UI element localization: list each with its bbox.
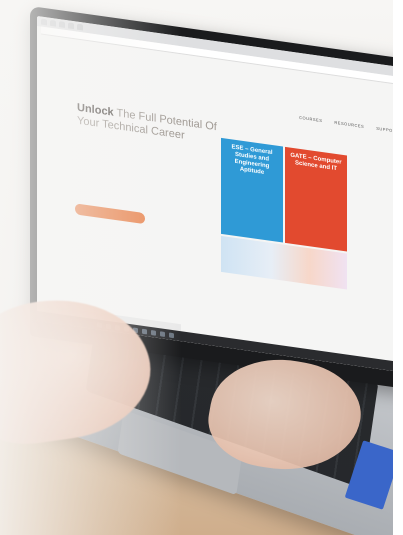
course-card-ese[interactable]: ESE – General Studies and Engineering Ap… <box>221 137 283 243</box>
mail-icon[interactable] <box>151 329 156 336</box>
browser-tab[interactable] <box>41 18 47 26</box>
address-bar[interactable] <box>41 26 403 86</box>
hero-subtitle <box>77 166 167 179</box>
hero-cta-button[interactable] <box>75 203 145 225</box>
browser-tab[interactable] <box>68 22 74 30</box>
nav-courses[interactable]: COURSES <box>299 115 322 123</box>
browser-tab[interactable] <box>59 21 65 28</box>
course-card-gate[interactable]: GATE – Computer Science and IT <box>285 146 347 252</box>
card-title: ESE – General Studies and Engineering Ap… <box>231 144 273 176</box>
hero-title: Unlock The Full Potential Of Your Techni… <box>77 102 227 149</box>
browser-tab[interactable] <box>50 19 56 27</box>
card-count <box>226 186 278 193</box>
browser-tab-bar <box>37 15 403 78</box>
app-icon[interactable] <box>169 332 174 338</box>
card-title: GATE – Computer Science and IT <box>290 152 342 173</box>
store-icon[interactable] <box>142 328 147 334</box>
site-nav: COURSES RESOURCES SUPPORT <box>299 115 399 134</box>
card-count <box>290 181 342 188</box>
photo-scene: COURSES RESOURCES SUPPORT Unlock The Ful… <box>0 0 403 535</box>
nav-resources[interactable]: RESOURCES <box>334 120 364 129</box>
chrome-icon[interactable] <box>160 330 165 337</box>
right-edge <box>393 0 403 535</box>
course-cards: ESE – General Studies and Engineering Ap… <box>221 137 347 252</box>
browser-tab[interactable] <box>77 23 83 31</box>
